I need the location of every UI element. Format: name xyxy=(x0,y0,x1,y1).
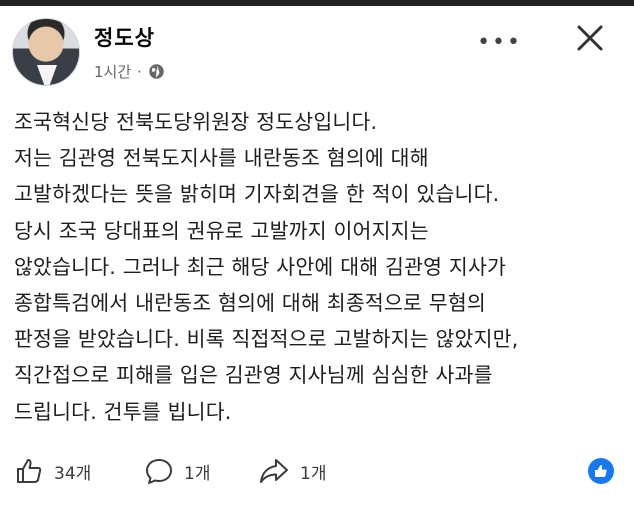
post-line: 조국혁신당 전북도당위원장 정도상입니다. xyxy=(14,110,378,134)
share-count: 1개 xyxy=(300,463,327,484)
thumbs-up-icon xyxy=(17,459,42,483)
post-line: 당시 조국 당대표의 권유로 고발까지 이어지지는 xyxy=(14,218,429,243)
like-button[interactable]: 34개 xyxy=(14,456,91,486)
post-text: 조국혁신당 전북도당위원장 정도상입니다. 저는 김관영 전북도지사를 내란동조… xyxy=(14,104,624,430)
close-icon[interactable] xyxy=(572,20,608,56)
post-time[interactable]: 1시간 xyxy=(94,61,131,82)
post-line: 종합특검에서 내란동조 혐의에 대해 최종적으로 무혐의 xyxy=(14,291,486,316)
comment-icon xyxy=(146,459,172,484)
post-line: 않았습니다. 그러나 최근 해당 사안에 대해 김관영 지사가 xyxy=(14,254,507,279)
post-meta: 1시간 · xyxy=(94,61,165,82)
post-line: 고발하겠다는 뜻을 밝히며 기자회견을 한 적이 있습니다. xyxy=(14,182,500,207)
post-header: 정도상 1시간 · ••• xyxy=(12,18,622,96)
avatar-collar xyxy=(37,65,57,85)
author-name[interactable]: 정도상 xyxy=(94,22,155,52)
post-line: 직간접으로 피해를 입은 김관영 지사님께 심심한 사과를 xyxy=(14,363,493,388)
post-line: 저는 김관영 전북도지사를 내란동조 혐의에 대해 xyxy=(14,146,429,171)
thumbs-up-icon xyxy=(595,465,607,477)
globe-icon xyxy=(149,64,164,79)
comment-button[interactable]: 1개 xyxy=(144,456,210,486)
meta-separator: · xyxy=(137,62,142,81)
share-button[interactable]: 1개 xyxy=(258,456,326,486)
avatar[interactable] xyxy=(12,18,80,86)
post-line: 드립니다. 건투를 빕니다. xyxy=(14,399,232,424)
comment-count: 1개 xyxy=(184,463,211,484)
more-options-icon[interactable]: ••• xyxy=(477,30,522,55)
share-icon xyxy=(260,459,288,483)
post-line: 판정을 받았습니다. 비록 직접적으로 고발하지는 않았지만, xyxy=(14,327,519,352)
like-reaction-badge[interactable] xyxy=(588,458,614,484)
like-count: 34개 xyxy=(54,463,92,484)
top-edge-bar xyxy=(0,0,634,6)
action-bar: 34개 1개 1개 xyxy=(14,452,624,492)
